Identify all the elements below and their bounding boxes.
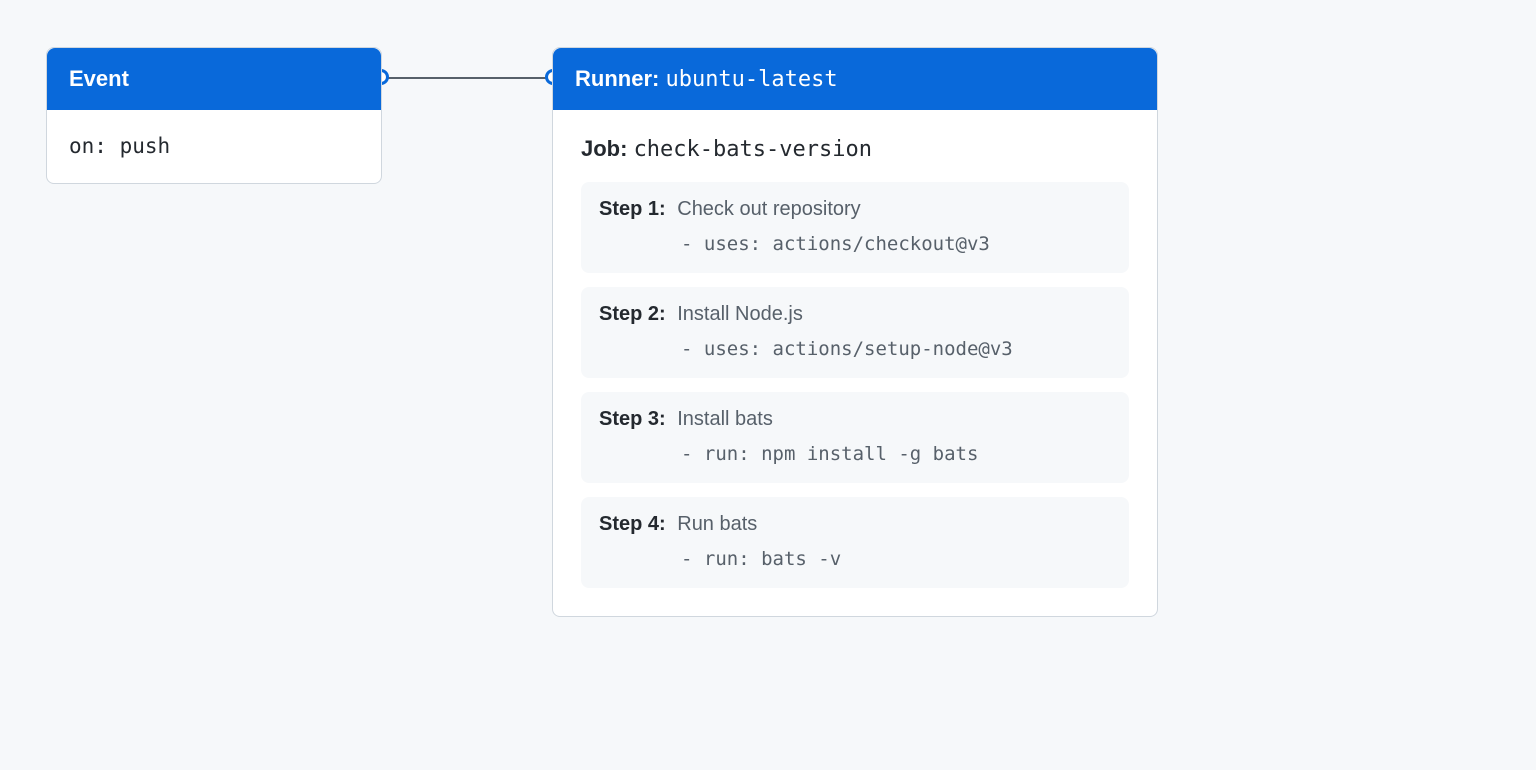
step-number: Step 4: (599, 513, 666, 535)
step-title-line: Step 2: Install Node.js (599, 303, 1111, 326)
step-command: - uses: actions/setup-node@v3 (599, 338, 1111, 360)
step-command: - run: bats -v (599, 548, 1111, 570)
runner-card: Runner: ubuntu-latest Job: check-bats-ve… (552, 47, 1158, 617)
step-name: Install bats (672, 408, 773, 430)
job-title: Job: check-bats-version (581, 136, 1129, 162)
step-number: Step 1: (599, 198, 666, 220)
runner-card-header: Runner: ubuntu-latest (553, 48, 1157, 110)
step-title-line: Step 3: Install bats (599, 408, 1111, 431)
step-command: - uses: actions/checkout@v3 (599, 233, 1111, 255)
step-name: Install Node.js (672, 303, 803, 325)
step-box: Step 1: Check out repository - uses: acti… (581, 182, 1129, 273)
event-header-label: Event (69, 66, 129, 91)
step-box: Step 4: Run bats - run: bats -v (581, 497, 1129, 588)
job-value: check-bats-version (634, 137, 872, 162)
steps-list: Step 1: Check out repository - uses: acti… (581, 182, 1129, 588)
event-trigger-prefix: on: (69, 134, 120, 158)
step-box: Step 2: Install Node.js - uses: actions/s… (581, 287, 1129, 378)
step-title-line: Step 4: Run bats (599, 513, 1111, 536)
step-name: Run bats (672, 513, 758, 535)
connector-line (382, 77, 552, 79)
step-command: - run: npm install -g bats (599, 443, 1111, 465)
step-number: Step 2: (599, 303, 666, 325)
runner-card-body: Job: check-bats-version Step 1: Check ou… (553, 110, 1157, 616)
step-box: Step 3: Install bats - run: npm install -… (581, 392, 1129, 483)
step-title-line: Step 1: Check out repository (599, 198, 1111, 221)
event-card-header: Event (47, 48, 381, 110)
event-card-body: on: push (47, 110, 381, 183)
event-card: Event on: push (46, 47, 382, 184)
job-label: Job: (581, 136, 634, 161)
step-name: Check out repository (672, 198, 861, 220)
runner-header-value: ubuntu-latest (665, 67, 837, 92)
step-number: Step 3: (599, 408, 666, 430)
event-trigger-value: push (120, 134, 171, 158)
runner-header-label: Runner: (575, 66, 665, 91)
